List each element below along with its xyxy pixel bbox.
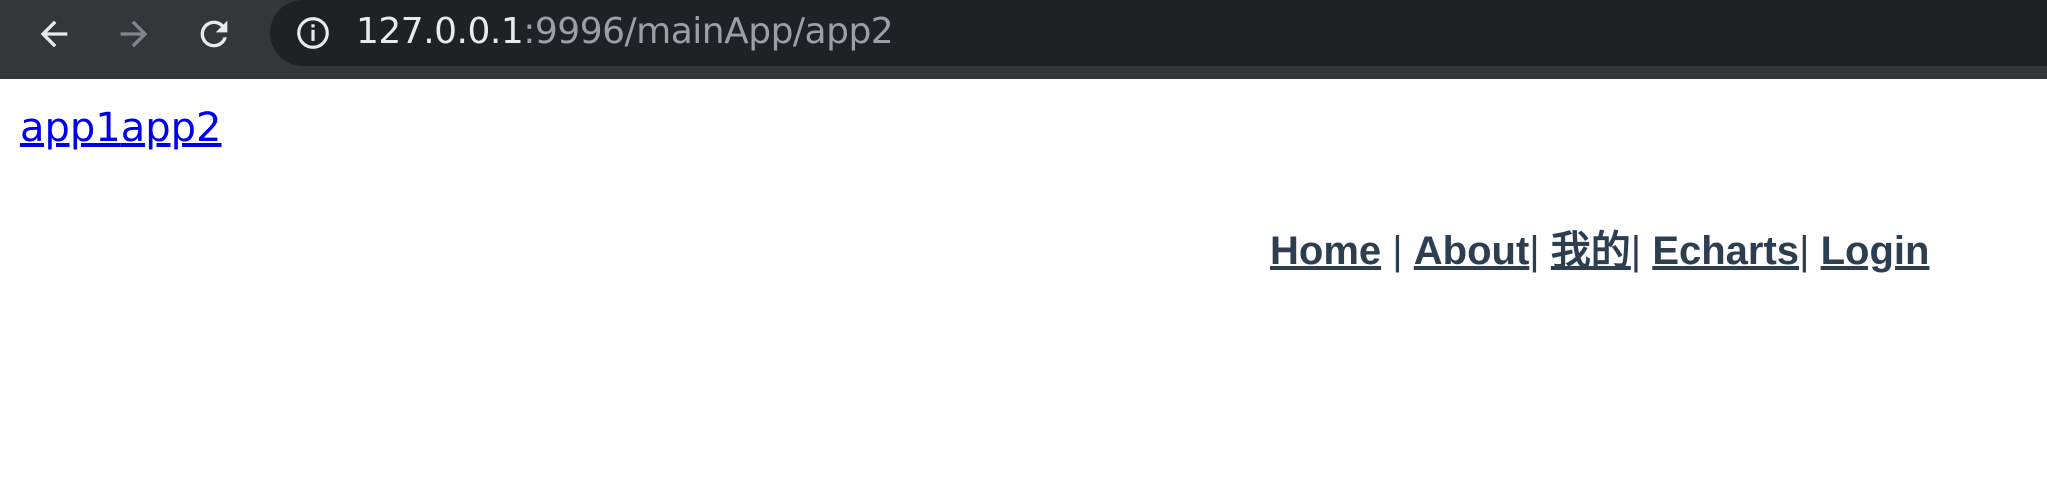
arrow-left-icon <box>40 20 68 48</box>
nav-bar: Home | About| 我的| Echarts| Login <box>1270 227 1929 275</box>
app-links: app1app2 <box>20 103 222 153</box>
reload-icon <box>200 20 228 48</box>
app2-link[interactable]: app2 <box>121 105 222 151</box>
nav-separator: | <box>1529 229 1551 273</box>
url-text[interactable]: 127.0.0.1:9996/mainApp/app2 <box>356 9 894 55</box>
nav-separator: | <box>1381 229 1414 273</box>
info-icon[interactable] <box>294 14 332 52</box>
browser-toolbar: 127.0.0.1:9996/mainApp/app2 <box>0 0 2047 79</box>
app1-link[interactable]: app1 <box>20 105 121 151</box>
url-path: :9996/mainApp/app2 <box>523 11 894 52</box>
arrow-right-icon <box>120 20 148 48</box>
forward-button[interactable] <box>106 6 162 62</box>
nav-echarts-link[interactable]: Echarts <box>1652 229 1799 273</box>
nav-separator: | <box>1630 229 1653 273</box>
nav-home-link[interactable]: Home <box>1270 229 1381 273</box>
url-host: 127.0.0.1 <box>356 11 524 52</box>
nav-about-link[interactable]: About <box>1414 229 1530 273</box>
nav-separator: | <box>1799 229 1821 273</box>
page-content: app1app2 Home | About| 我的| Echarts| Logi… <box>0 79 2047 489</box>
back-button[interactable] <box>26 6 82 62</box>
reload-button[interactable] <box>186 6 242 62</box>
nav-login-link[interactable]: Login <box>1821 229 1930 273</box>
address-bar[interactable]: 127.0.0.1:9996/mainApp/app2 <box>270 0 2047 66</box>
nav-mine-link[interactable]: 我的 <box>1551 229 1631 273</box>
